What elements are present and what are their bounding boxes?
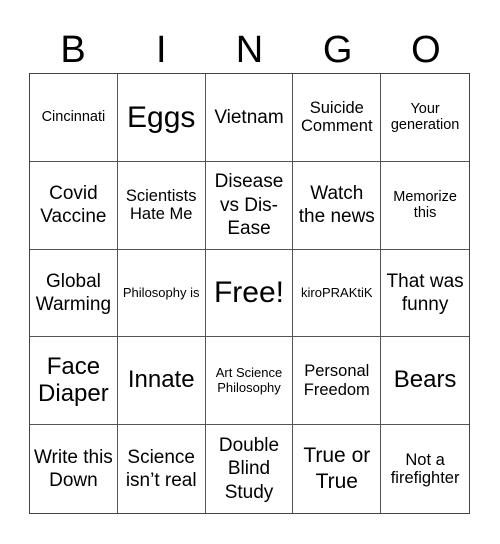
header-letter-b: B [60,29,86,71]
header-letter-n: N [235,29,264,71]
bingo-grid: Cincinnati Eggs Vietnam Suicide Comment … [29,73,470,514]
bingo-cell[interactable]: Covid Vaccine [30,161,118,250]
bingo-cell[interactable]: Global Warming [30,249,118,338]
bingo-cell[interactable]: Vietnam [205,74,294,162]
bingo-cell[interactable]: Watch the news [293,161,382,250]
bingo-cell[interactable]: Face Diaper [30,337,118,426]
bingo-cell[interactable]: Bears [381,337,469,426]
bingo-cell[interactable]: Double Blind Study [206,425,294,513]
bingo-cell[interactable]: That was funny [381,250,469,338]
header-letter-o: O [411,29,441,71]
bingo-cell[interactable]: Scientists Hate Me [117,161,206,250]
bingo-cell[interactable]: Suicide Comment [293,74,382,162]
bingo-cell[interactable]: Disease vs Dis-Ease [205,161,294,250]
free-space-cell[interactable]: Free! [205,249,294,338]
bingo-cell[interactable]: Memorize this [381,162,469,250]
header-letter-i: I [156,29,167,71]
bingo-cell[interactable]: kiroPRAKtiK [293,249,382,338]
bingo-cell[interactable]: Write this Down [30,425,118,513]
bingo-cell[interactable]: Philosophy is [117,249,206,338]
bingo-cell[interactable]: Personal Freedom [293,337,382,426]
bingo-cell[interactable]: True or True [293,425,382,513]
bingo-cell[interactable]: Eggs [117,74,206,162]
bingo-cell[interactable]: Cincinnati [30,74,118,162]
bingo-cell[interactable]: Not a firefighter [381,425,469,513]
bingo-cell[interactable]: Innate [117,337,206,426]
header-letter-g: G [322,29,353,71]
bingo-header: B I N G O [29,28,470,72]
bingo-cell[interactable]: Art Science Philosophy [205,337,294,426]
bingo-cell[interactable]: Science isn’t real [118,425,206,513]
bingo-cell[interactable]: Your generation [381,74,469,162]
